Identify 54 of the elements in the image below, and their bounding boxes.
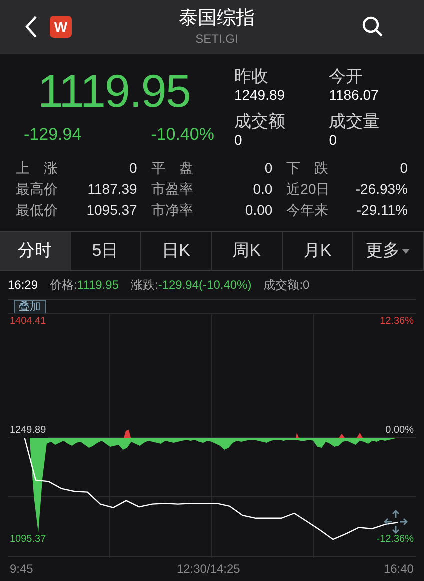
summary-label: 昨收	[234, 66, 270, 87]
summary-label: 今开	[329, 66, 364, 87]
overlay-button[interactable]: 叠加	[14, 300, 46, 314]
stat-label: 最高价	[16, 180, 58, 199]
time-axis-label: 16:40	[384, 561, 414, 578]
stat-value: -29.11%	[356, 201, 408, 220]
stat-label: 市盈率	[151, 180, 194, 199]
change-percent: -10.40%	[151, 124, 214, 146]
axis-max-label: 1404.41	[10, 315, 46, 329]
stat-value: 1187.39	[88, 180, 138, 199]
summary-label: 成交额	[234, 111, 286, 132]
stat-value: 0.0	[253, 180, 273, 199]
index-code: SETI.GI	[196, 31, 238, 47]
axis-mid-label: 1249.89	[10, 424, 48, 438]
axis-min-percent: -12.36%	[376, 533, 414, 547]
stat-label: 最低价	[16, 201, 58, 220]
chart-tab[interactable]: 5日	[70, 232, 142, 270]
chart-tab[interactable]: 分时	[0, 232, 71, 270]
stat-label: 上 涨	[16, 159, 58, 178]
stat-label: 今年来	[286, 201, 329, 220]
axis-max-percent: 12.36%	[380, 315, 414, 329]
change-label: 涨跌:	[130, 277, 158, 294]
turnover-text: 成交额:0	[264, 277, 310, 294]
stat-label: 平 盘	[151, 159, 194, 178]
chart-tab[interactable]: 周K	[212, 232, 283, 270]
stat-value: 0	[264, 159, 273, 178]
stat-value: 0.00	[245, 201, 273, 220]
summary-value: 0	[234, 132, 244, 149]
app-logo[interactable]: W	[50, 16, 72, 38]
stat-value: -26.93%	[356, 180, 408, 199]
stat-value: 0	[400, 159, 408, 178]
summary-value: 1186.07	[329, 87, 380, 104]
page-title: 泰国综指	[179, 7, 255, 31]
stat-label: 下 跌	[286, 159, 329, 178]
price-change: -129.94	[24, 124, 82, 146]
axis-min-label: 1095.37	[10, 533, 46, 547]
chart-tab[interactable]: 更多	[353, 232, 424, 270]
summary-label: 成交量	[329, 111, 382, 132]
price-value: 1119.95	[77, 277, 119, 294]
chart-time: 16:29	[8, 277, 38, 294]
stat-value: 1095.37	[86, 201, 138, 220]
summary-value: 0	[329, 132, 338, 149]
chart-tab[interactable]: 日K	[141, 232, 212, 270]
chart-tab[interactable]: 月K	[282, 232, 354, 270]
axis-mid-percent: 0.00%	[386, 424, 414, 438]
price-label: 价格:	[50, 277, 78, 294]
stat-value: 0	[130, 159, 138, 178]
summary-value: 1249.89	[234, 87, 286, 104]
time-axis-label: 9:45	[10, 561, 34, 578]
stat-label: 近20日	[286, 180, 330, 199]
time-axis-label: 12:30/14:25	[176, 561, 240, 578]
change-value: -129.94(-10.40%)	[158, 277, 252, 294]
stat-label: 市净率	[151, 201, 194, 220]
current-price: 1119.95	[37, 66, 192, 116]
